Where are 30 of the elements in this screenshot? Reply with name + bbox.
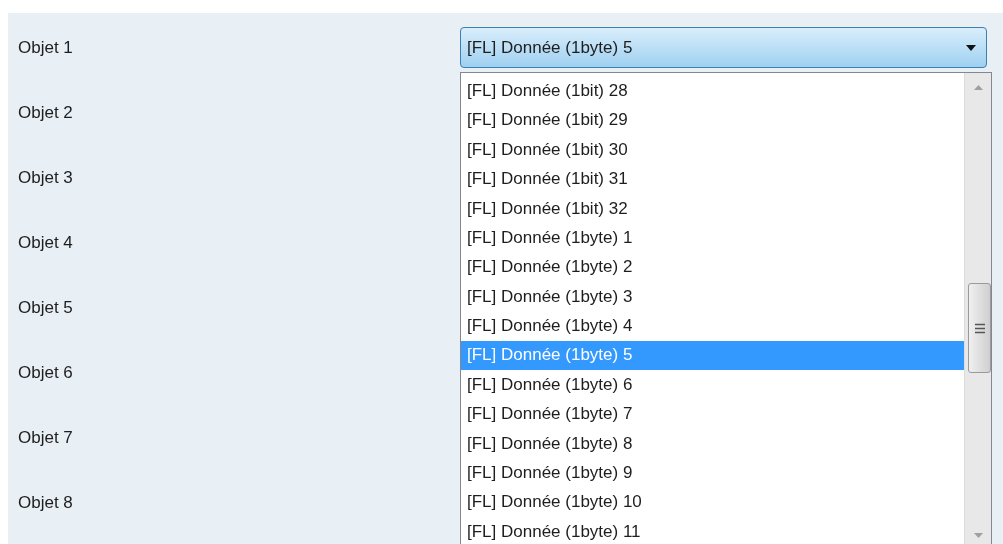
dropdown-option[interactable]: [FL] Donnée (1byte) 4 [461,311,964,341]
dropdown-option[interactable]: [FL] Donnée (1byte) 7 [461,399,964,429]
object-label: Objet 3 [18,167,73,189]
object-label: Objet 2 [18,102,73,124]
dropdown-option[interactable]: [FL] Donnée (1bit) 29 [461,105,964,135]
grip-icon [974,322,985,334]
dropdown-option[interactable]: [FL] Donnée (1byte) 3 [461,281,964,312]
dropdown-option[interactable]: [FL] Donnée (1byte) 2 [461,252,964,282]
object-label: Objet 4 [18,232,73,254]
dropdown-option[interactable]: [FL] Donnée (1byte) 9 [461,458,964,488]
object-label: Objet 1 [18,37,73,59]
scrollbar-thumb[interactable] [968,283,991,373]
scroll-up-icon[interactable] [974,85,983,90]
object-label: Objet 7 [18,427,73,449]
object-label: Objet 6 [18,362,73,384]
dropdown-option[interactable]: [FL] Donnée (1byte) 6 [461,369,964,400]
scroll-down-icon[interactable] [974,533,983,538]
dropdown-option[interactable]: [FL] Donnée (1byte) 11 [461,516,964,544]
dropdown-option[interactable]: [FL] Donnée (1byte) 1 [461,222,964,253]
dropdown-field[interactable]: [FL] Donnée (1byte) 5 [460,27,987,68]
dropdown-option[interactable]: [FL] Donnée (1byte) 8 [461,428,964,459]
dropdown-option[interactable]: [FL] Donnée (1bit) 31 [461,164,964,194]
dropdown-option[interactable]: [FL] Donnée (1byte) 10 [461,487,964,517]
scrollbar[interactable] [964,73,991,544]
dropdown-option[interactable]: [FL] Donnée (1bit) 28 [461,76,964,106]
object-label: Objet 8 [18,492,73,514]
dropdown-option[interactable]: [FL] Donnée (1bit) 30 [461,134,964,165]
object-label: Objet 5 [18,297,73,319]
dropdown-option[interactable]: [FL] Donnée (1bit) 32 [461,193,964,223]
caret-icon [966,44,976,51]
